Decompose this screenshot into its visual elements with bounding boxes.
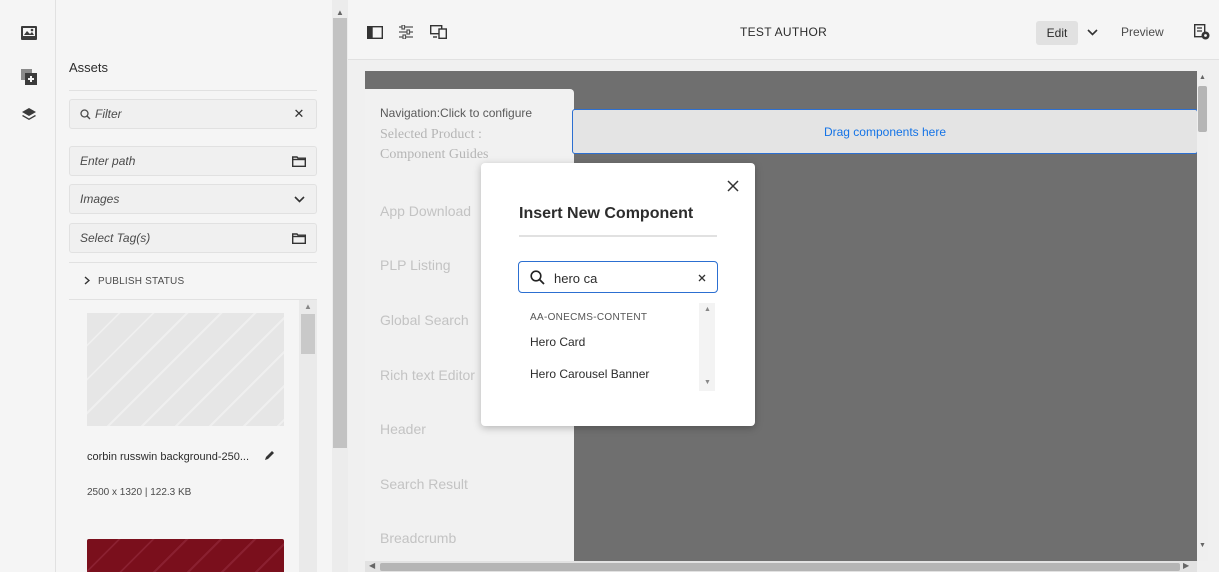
component-search-field[interactable] — [518, 261, 718, 293]
list-item[interactable]: Hero Carousel Banner — [530, 367, 649, 381]
preview-button[interactable]: Preview — [1121, 25, 1164, 39]
component-results-list: AA-ONECMS-CONTENT Hero Card Hero Carouse… — [519, 303, 717, 393]
clear-icon[interactable]: ✕ — [292, 106, 306, 121]
path-placeholder: Enter path — [80, 154, 136, 168]
scroll-up-icon[interactable]: ▲ — [336, 8, 344, 17]
publish-status-label: PUBLISH STATUS — [98, 275, 185, 287]
insert-component-dialog: Insert New Component AA-ONECMS-CONTENT H… — [481, 163, 755, 426]
search-icon — [530, 270, 546, 286]
list-item[interactable]: Hero Card — [530, 335, 585, 349]
chevron-down-icon — [292, 192, 306, 206]
component-guides-text: Component Guides — [380, 147, 489, 162]
filter-placeholder: Filter — [95, 107, 122, 121]
scroll-up-icon[interactable]: ▲ — [1199, 74, 1206, 81]
assets-panel: Assets Filter ✕ Enter path Images Select… — [56, 0, 332, 572]
asset-thumbnail[interactable] — [87, 539, 284, 572]
clear-icon[interactable] — [695, 271, 709, 285]
drop-zone[interactable]: Drag components here — [572, 109, 1198, 154]
nav-item[interactable]: PLP Listing — [380, 257, 451, 273]
asset-name: corbin russwin background-250... — [87, 451, 250, 463]
canvas-horizontal-thumb[interactable] — [380, 563, 1180, 571]
nav-item[interactable]: Rich text Editor — [380, 367, 475, 383]
chevron-right-icon — [84, 274, 91, 288]
scroll-right-icon[interactable]: ▶ — [1183, 561, 1189, 570]
asset-type-value: Images — [80, 192, 120, 206]
folder-icon[interactable] — [292, 231, 306, 245]
scroll-left-icon[interactable]: ◀ — [369, 561, 375, 570]
scroll-up-icon[interactable]: ▲ — [304, 302, 312, 311]
scroll-up-icon[interactable]: ▲ — [704, 306, 711, 313]
asset-type-select[interactable]: Images — [69, 184, 317, 214]
chevron-down-icon[interactable] — [1085, 25, 1099, 39]
filter-input[interactable]: Filter ✕ — [69, 99, 317, 129]
nav-item[interactable]: Global Search — [380, 312, 469, 328]
nav-item[interactable]: Header — [380, 421, 426, 437]
divider — [519, 235, 717, 237]
dialog-title: Insert New Component — [519, 205, 694, 222]
asset-meta: 2500 x 1320 | 122.3 KB — [87, 487, 192, 498]
content-tree-icon[interactable] — [20, 106, 38, 124]
canvas-vertical-thumb[interactable] — [1198, 86, 1207, 132]
component-search-input[interactable] — [554, 269, 684, 287]
close-icon[interactable] — [725, 178, 741, 194]
page-info-icon[interactable] — [1193, 23, 1211, 41]
folder-icon[interactable] — [292, 154, 306, 168]
assets-icon[interactable] — [20, 24, 38, 42]
components-icon[interactable] — [20, 68, 38, 86]
nav-item[interactable]: Search Result — [380, 476, 468, 492]
aem-editor: Assets Filter ✕ Enter path Images Select… — [0, 0, 1219, 572]
nav-item[interactable]: App Download — [380, 203, 471, 219]
navigation-config-hint: Navigation:Click to configure — [380, 106, 533, 120]
side-rail — [0, 0, 56, 572]
asset-thumbnail[interactable] — [87, 313, 284, 426]
assets-scroll-thumb[interactable] — [301, 314, 315, 354]
tags-input[interactable]: Select Tag(s) — [69, 223, 317, 253]
scroll-down-icon[interactable]: ▼ — [1199, 542, 1206, 549]
mode-edit-button[interactable]: Edit — [1036, 21, 1078, 45]
selected-product-text: Selected Product : — [380, 127, 482, 142]
canvas-vertical-scrollbar[interactable] — [1197, 71, 1208, 561]
editor-toolbar: TEST AUTHOR Edit Preview — [348, 0, 1219, 60]
results-scrollbar[interactable] — [699, 303, 715, 391]
selected-product-label: Selected Product : Component Guides — [380, 125, 489, 165]
pencil-icon[interactable] — [262, 448, 276, 462]
tags-placeholder: Select Tag(s) — [80, 231, 151, 245]
search-icon — [80, 108, 91, 120]
path-input[interactable]: Enter path — [69, 146, 317, 176]
panel-scroll-thumb[interactable] — [333, 18, 347, 448]
divider — [69, 90, 317, 91]
assets-title: Assets — [69, 60, 109, 75]
publish-status-toggle[interactable]: PUBLISH STATUS — [69, 262, 317, 300]
scroll-down-icon[interactable]: ▼ — [704, 379, 711, 386]
component-group-label: AA-ONECMS-CONTENT — [530, 312, 648, 323]
nav-item[interactable]: Breadcrumb — [380, 530, 456, 546]
